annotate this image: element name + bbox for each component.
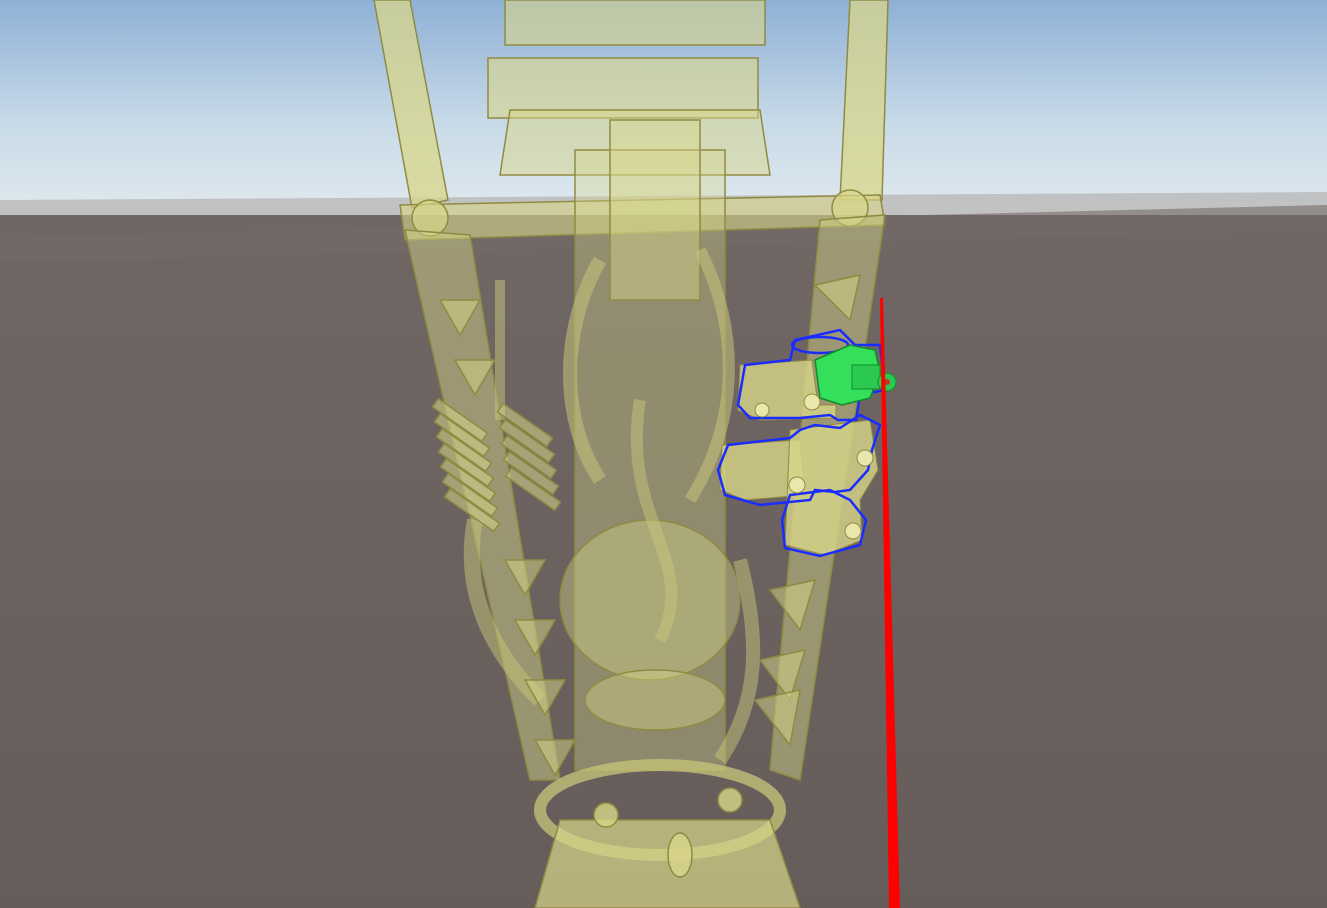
turbopump bbox=[609, 119, 701, 301]
ring-bolt-2 bbox=[717, 787, 743, 813]
chamber-ring bbox=[584, 669, 726, 731]
scene-canvas[interactable] bbox=[0, 0, 1327, 908]
mount-block bbox=[487, 57, 759, 119]
3d-viewport[interactable] bbox=[0, 0, 1327, 908]
top-block bbox=[504, 0, 766, 46]
nozzle bbox=[534, 819, 801, 908]
combustion-chamber bbox=[559, 519, 741, 681]
ring-bolt-1 bbox=[593, 802, 619, 828]
drain-fitting bbox=[667, 832, 693, 878]
